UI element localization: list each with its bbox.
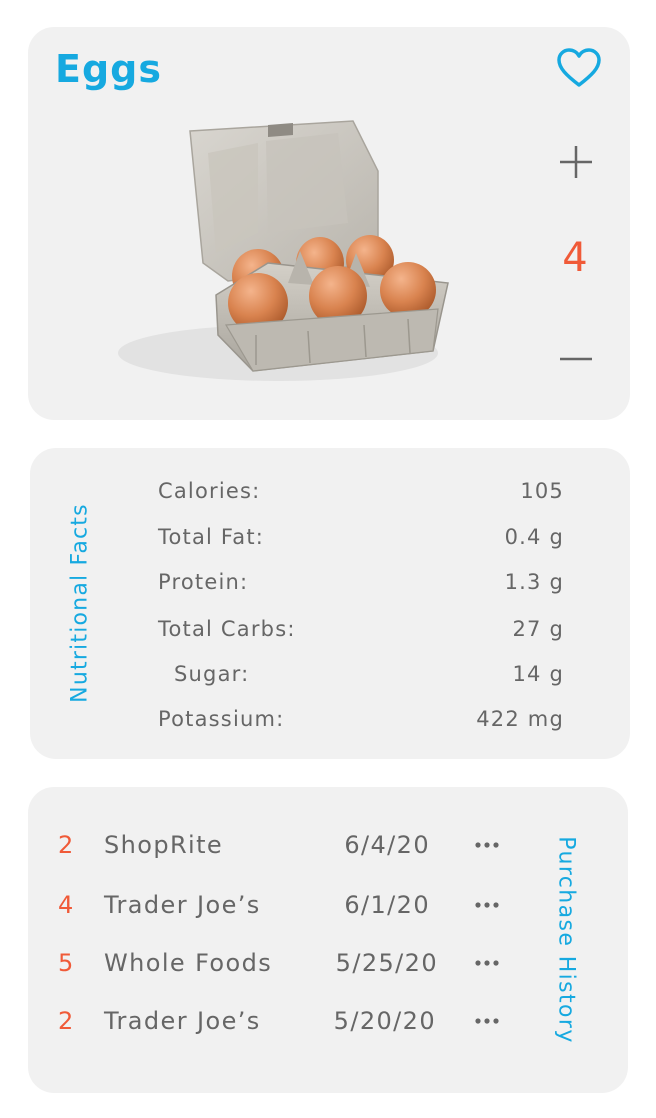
purchase-qty: 5: [58, 949, 75, 977]
purchase-date: 6/1/20: [344, 891, 430, 919]
nutrition-section-label: Nutritional Facts: [67, 503, 93, 703]
purchase-store: Trader Joe’s: [104, 1007, 261, 1035]
nutrition-card: Nutritional Facts Calories: 105 Total Fa…: [30, 448, 630, 759]
nutrition-row: Total Fat: 0.4 g: [158, 525, 564, 555]
purchase-store: ShopRite: [104, 831, 224, 859]
nutrition-label: Calories:: [158, 479, 261, 503]
nutrition-label: Sugar:: [174, 662, 250, 686]
nutrition-row: Protein: 1.3 g: [158, 570, 564, 600]
purchase-history-card: Purchase History 2 ShopRite 6/4/20 4 Tra…: [28, 787, 628, 1093]
nutrition-label: Potassium:: [158, 707, 285, 731]
nutrition-value: 0.4 g: [504, 525, 564, 549]
more-horizontal-icon[interactable]: [470, 1007, 506, 1041]
purchase-store: Trader Joe’s: [104, 891, 261, 919]
purchase-date: 5/20/20: [333, 1007, 436, 1035]
nutrition-row: Potassium: 422 mg: [158, 707, 564, 737]
nutrition-label: Total Fat:: [158, 525, 265, 549]
plus-icon[interactable]: [558, 144, 594, 180]
more-horizontal-icon[interactable]: [470, 949, 506, 983]
purchase-date: 5/25/20: [335, 949, 438, 977]
nutrition-value: 422 mg: [476, 707, 564, 731]
nutrition-value: 27 g: [512, 617, 564, 641]
nutrition-label: Total Carbs:: [158, 617, 296, 641]
purchase-history-label: Purchase History: [553, 836, 579, 1044]
nutrition-row: Total Carbs: 27 g: [158, 617, 564, 647]
purchase-row: 2 ShopRite 6/4/20: [28, 831, 548, 865]
purchase-qty: 4: [58, 891, 75, 919]
nutrition-value: 105: [520, 479, 564, 503]
minus-icon[interactable]: [558, 341, 594, 377]
purchase-qty: 2: [58, 831, 75, 859]
more-horizontal-icon[interactable]: [470, 831, 506, 865]
heart-icon[interactable]: [556, 47, 602, 89]
nutrition-label: Protein:: [158, 570, 249, 594]
egg-carton-image: [118, 120, 449, 381]
nutrition-value: 14 g: [512, 662, 564, 686]
product-card: Eggs 4: [28, 27, 630, 420]
nutrition-row: Calories: 105: [158, 479, 564, 509]
purchase-row: 2 Trader Joe’s 5/20/20: [28, 1007, 548, 1041]
quantity-value: 4: [562, 235, 588, 281]
purchase-qty: 2: [58, 1007, 75, 1035]
purchase-row: 4 Trader Joe’s 6/1/20: [28, 891, 548, 925]
purchase-row: 5 Whole Foods 5/25/20: [28, 949, 548, 983]
nutrition-row: Sugar: 14 g: [158, 662, 564, 692]
purchase-date: 6/4/20: [344, 831, 430, 859]
more-horizontal-icon[interactable]: [470, 891, 506, 925]
purchase-store: Whole Foods: [104, 949, 273, 977]
nutrition-value: 1.3 g: [504, 570, 564, 594]
product-title: Eggs: [55, 47, 162, 91]
